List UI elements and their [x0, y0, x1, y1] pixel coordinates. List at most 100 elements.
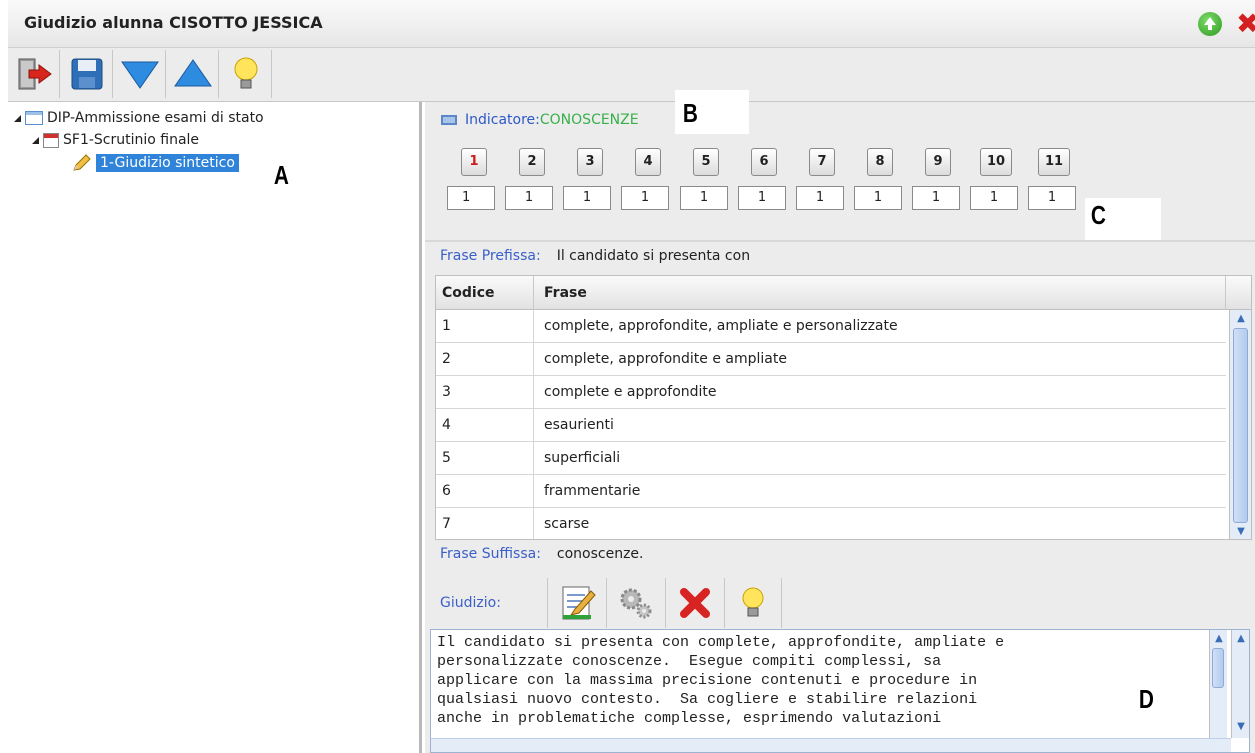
level-input-6[interactable]: 1 [738, 186, 786, 210]
scroll-up-icon[interactable]: ▲ [1234, 632, 1248, 646]
lightbulb-icon [234, 57, 257, 89]
indicatore-row: Indicatore: CONOSCENZE [441, 112, 639, 128]
tree-node-root[interactable]: DIP-Ammissione esami di stato [14, 110, 264, 126]
level-button-11[interactable]: 11 [1038, 148, 1070, 176]
expand-arrow-icon[interactable] [32, 136, 39, 144]
level-input-1[interactable]: 1 [447, 186, 495, 210]
table-row[interactable]: 2 complete, approfondite e ampliate [436, 343, 1226, 376]
cell-frase: scarse [544, 516, 590, 532]
cell-frase: complete e approfondite [544, 384, 717, 400]
close-icon[interactable]: ✖ [1236, 10, 1255, 38]
annotation-a: A [273, 160, 289, 190]
suggest-button[interactable] [724, 578, 782, 628]
giudizio-text[interactable]: Il candidato si presenta con complete, a… [437, 633, 1197, 728]
frase-suffissa-row: Frase Suffissa: conoscenze. [440, 546, 644, 562]
pencil-icon [73, 154, 91, 171]
delete-icon [679, 588, 710, 618]
delete-button[interactable] [665, 578, 723, 628]
level-button-9[interactable]: 9 [925, 148, 951, 176]
cell-codice: 1 [436, 310, 534, 343]
level-input-5[interactable]: 1 [680, 186, 728, 210]
level-button-5[interactable]: 5 [693, 148, 719, 176]
annotation-b: B [682, 98, 698, 128]
level-button-1[interactable]: 1 [461, 148, 487, 176]
scroll-thumb[interactable] [1233, 328, 1248, 523]
detail-pane: Indicatore: CONOSCENZE B 1 2 3 4 5 6 7 8… [425, 90, 1255, 753]
tree-node-root-label: DIP-Ammissione esami di stato [47, 110, 264, 126]
cell-codice: 6 [436, 475, 534, 508]
cell-frase: frammentarie [544, 483, 641, 499]
frase-prefissa-row: Frase Prefissa: Il candidato si presenta … [440, 248, 750, 264]
scroll-down-icon[interactable]: ▼ [1234, 525, 1248, 539]
move-down-button[interactable] [114, 50, 166, 98]
up-arrow-icon[interactable] [1198, 12, 1222, 36]
table-row[interactable]: 4 esaurienti [436, 409, 1226, 442]
exit-icon [18, 58, 52, 90]
edit-document-icon [562, 586, 596, 620]
hint-button[interactable] [220, 50, 272, 98]
level-button-6[interactable]: 6 [751, 148, 777, 176]
table-header: Codice Frase [436, 276, 1251, 310]
annotation-c: C [1090, 200, 1106, 230]
divider [425, 240, 1255, 242]
cell-codice: 5 [436, 442, 534, 475]
level-input-3[interactable]: 1 [563, 186, 611, 210]
scroll-thumb[interactable] [1212, 648, 1224, 688]
scroll-up-icon[interactable]: ▲ [1234, 312, 1248, 326]
scroll-down-icon[interactable]: ▼ [1234, 720, 1248, 734]
expand-arrow-icon[interactable] [14, 114, 21, 122]
outer-scrollbar[interactable]: ▲ ▼ [1231, 630, 1249, 738]
tree-node-leaf-label: 1-Giudizio sintetico [96, 154, 239, 172]
level-input-11[interactable]: 1 [1028, 186, 1076, 210]
indicator-icon [441, 115, 457, 125]
frase-suffissa-value: conoscenze. [556, 546, 644, 562]
move-up-button[interactable] [167, 50, 219, 98]
table-row[interactable]: 6 frammentarie [436, 475, 1226, 508]
frase-prefissa-label: Frase Prefissa: [440, 248, 541, 264]
edit-button[interactable] [547, 578, 605, 628]
cell-codice: 4 [436, 409, 534, 442]
calendar-icon [43, 132, 59, 148]
frase-prefissa-value: Il candidato si presenta con [556, 248, 751, 264]
textarea-scrollbar[interactable]: ▲ [1209, 630, 1227, 738]
annotation-d: D [1138, 684, 1154, 714]
level-input-7[interactable]: 1 [796, 186, 844, 210]
frase-suffissa-label: Frase Suffissa: [440, 546, 541, 562]
level-button-2[interactable]: 2 [519, 148, 545, 176]
level-input-2[interactable]: 1 [505, 186, 553, 210]
giudizio-textarea[interactable]: Il candidato si presenta con complete, a… [430, 629, 1250, 753]
level-button-4[interactable]: 4 [635, 148, 661, 176]
table-row[interactable]: 7 scarse [436, 508, 1226, 539]
tree-node-child-label: SF1-Scrutinio finale [63, 132, 200, 148]
level-input-10[interactable]: 1 [970, 186, 1018, 210]
cell-codice: 2 [436, 343, 534, 376]
level-input-4[interactable]: 1 [621, 186, 669, 210]
tree-node-leaf[interactable]: 1-Giudizio sintetico [72, 154, 239, 172]
save-icon [71, 58, 102, 90]
indicatore-label: Indicatore: [465, 112, 540, 128]
table-row[interactable]: 3 complete e approfondite [436, 376, 1226, 409]
gears-icon [620, 588, 651, 619]
level-input-8[interactable]: 1 [854, 186, 902, 210]
level-button-8[interactable]: 8 [867, 148, 893, 176]
level-button-3[interactable]: 3 [577, 148, 603, 176]
settings-button[interactable] [606, 578, 664, 628]
table-row[interactable]: 5 superficiali [436, 442, 1226, 475]
tree-pane: DIP-Ammissione esami di stato SF1-Scruti… [8, 102, 422, 753]
column-header-codice[interactable]: Codice [436, 276, 534, 310]
save-button[interactable] [61, 50, 113, 98]
horizontal-scrollbar[interactable] [431, 738, 1231, 752]
cell-frase: complete, approfondite e ampliate [544, 351, 787, 367]
cell-frase: superficiali [544, 450, 621, 466]
level-input-9[interactable]: 1 [912, 186, 960, 210]
table-scrollbar[interactable]: ▲ ▼ [1229, 310, 1251, 539]
exit-button[interactable] [8, 50, 60, 98]
arrow-up-icon [173, 59, 212, 87]
level-button-7[interactable]: 7 [809, 148, 835, 176]
tree-node-child[interactable]: SF1-Scrutinio finale [32, 132, 199, 148]
level-button-10[interactable]: 10 [980, 148, 1012, 176]
main-toolbar [8, 48, 1255, 102]
column-header-frase[interactable]: Frase [534, 276, 1226, 310]
scroll-up-icon[interactable]: ▲ [1212, 632, 1226, 646]
table-row[interactable]: 1 complete, approfondite, ampliate e per… [436, 310, 1226, 343]
